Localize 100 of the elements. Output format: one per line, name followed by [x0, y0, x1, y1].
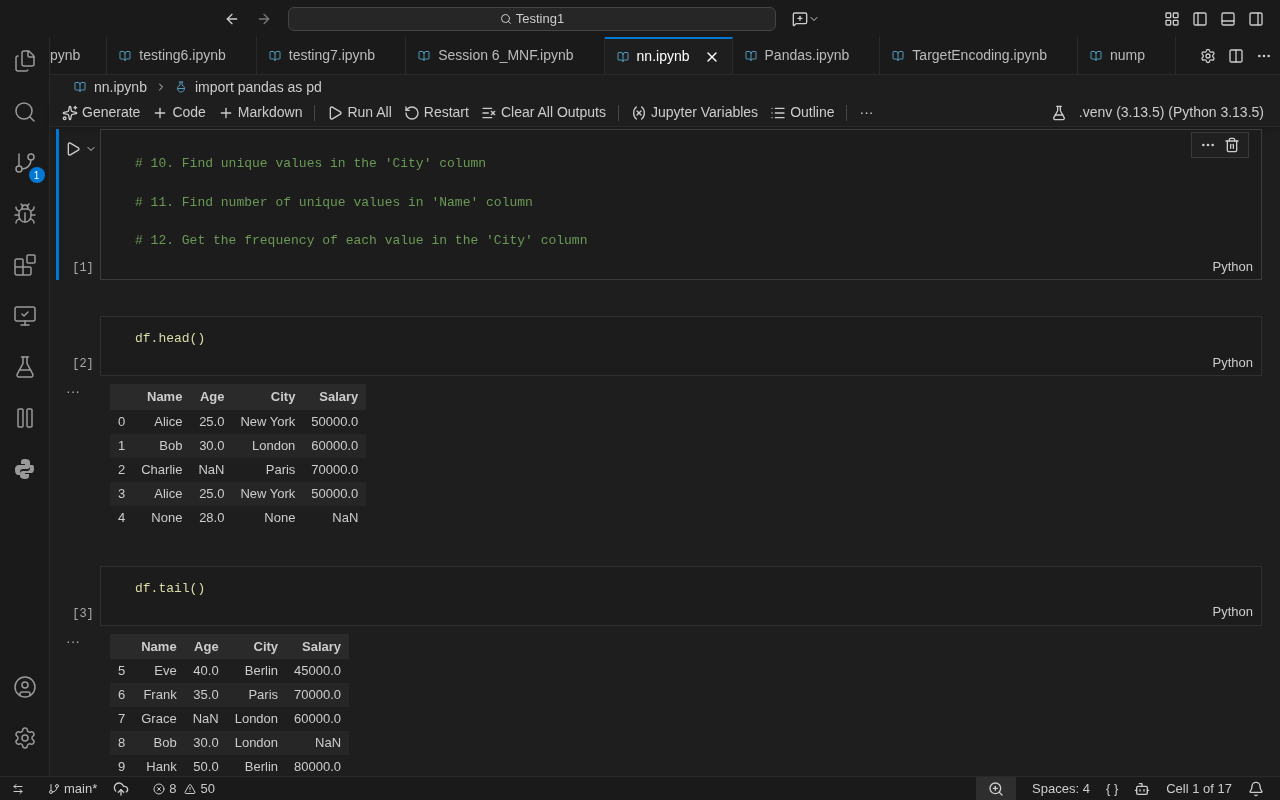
- table-cell: Bob: [133, 731, 185, 755]
- toolbar-button[interactable]: Code: [152, 102, 206, 123]
- language-label[interactable]: Python: [1212, 602, 1253, 622]
- cell-position-indicator[interactable]: Cell 1 of 17: [1166, 778, 1232, 799]
- toolbar-button[interactable]: Generate: [62, 102, 141, 123]
- row-index: 2: [110, 457, 134, 482]
- error-icon: [153, 782, 166, 795]
- table-cell: 60000.0: [303, 433, 367, 458]
- row-index: 0: [110, 409, 134, 434]
- column-header: Salary: [303, 384, 367, 410]
- settings-icon[interactable]: [12, 726, 37, 750]
- run-icon: [327, 104, 344, 121]
- table-cell: 45000.0: [286, 659, 350, 683]
- editor-tab[interactable]: Session 6_MNF.ipynb: [406, 37, 605, 74]
- table-cell: London: [232, 433, 304, 458]
- breadcrumb-item[interactable]: nn.ipynb: [94, 76, 147, 98]
- editor-tab[interactable]: nump: [1078, 37, 1177, 74]
- language-label[interactable]: Python: [1212, 256, 1253, 276]
- code-cell[interactable]: df.tail() Python: [100, 565, 1262, 626]
- account-icon[interactable]: [12, 675, 37, 699]
- toolbar-button[interactable]: Run All: [327, 102, 392, 123]
- column-header: City: [226, 633, 287, 659]
- table-cell: 70000.0: [303, 457, 367, 482]
- table-cell: London: [226, 707, 287, 731]
- toolbar-button[interactable]: Restart: [403, 102, 469, 123]
- table-cell: 50000.0: [303, 409, 367, 434]
- editor-tab[interactable]: testing6.ipynb: [107, 37, 257, 74]
- run-cell-icon[interactable]: [65, 141, 81, 157]
- table-cell: NaN: [286, 731, 350, 755]
- table-cell: Berlin: [226, 755, 287, 776]
- notebook-icon: [616, 50, 629, 63]
- editor-tab[interactable]: pynb: [50, 37, 108, 74]
- table-cell: Charlie: [133, 457, 191, 482]
- output-more-label[interactable]: ···: [66, 633, 86, 776]
- table-cell: 25.0: [190, 481, 233, 506]
- breadcrumb-item[interactable]: import pandas as pd: [194, 76, 322, 98]
- notification-bell-icon[interactable]: [1248, 780, 1264, 797]
- table-cell: Frank: [133, 683, 185, 707]
- column-header: Age: [184, 633, 227, 659]
- panel-left-icon[interactable]: [1192, 10, 1208, 27]
- delete-icon[interactable]: [1224, 137, 1240, 153]
- command-search-field[interactable]: Testing1: [288, 6, 776, 31]
- table-cell: New York: [232, 409, 304, 434]
- kernel-picker[interactable]: .venv (3.13.5) (Python 3.13.5): [1078, 102, 1264, 123]
- editor-tab[interactable]: Pandas.ipynb: [732, 37, 881, 74]
- branch-icon: [48, 782, 60, 795]
- layout-icon[interactable]: [1164, 10, 1180, 27]
- table-cell: Hank: [133, 755, 185, 776]
- notebook-icon: [892, 49, 905, 62]
- row-index: 1: [110, 433, 134, 458]
- output-more-label[interactable]: ···: [66, 384, 86, 530]
- zoom-indicator[interactable]: [976, 777, 1017, 800]
- language-label[interactable]: Python: [1212, 352, 1253, 372]
- extensions-icon[interactable]: [12, 253, 37, 277]
- editor-tab[interactable]: TargetEncoding.ipynb: [880, 37, 1078, 74]
- table-cell: Alice: [133, 481, 191, 506]
- remote-icon[interactable]: [12, 782, 24, 795]
- notebook-icon: [268, 49, 281, 62]
- spaces-indicator[interactable]: Spaces: 4: [1032, 778, 1090, 799]
- table-cell: 30.0: [184, 731, 227, 755]
- sparkle-icon: [62, 104, 78, 121]
- table-cell: 25.0: [190, 409, 233, 434]
- sync-icon[interactable]: [113, 780, 130, 797]
- split-editor-icon[interactable]: [1228, 47, 1244, 64]
- debug-icon[interactable]: [12, 202, 37, 226]
- table-cell: Berlin: [226, 659, 287, 683]
- kernel-icon: [1050, 104, 1067, 121]
- toolbar-button[interactable]: Markdown: [217, 102, 303, 123]
- table-cell: 35.0: [184, 683, 227, 707]
- panel-bottom-icon[interactable]: [1220, 10, 1236, 27]
- settings-icon[interactable]: [1200, 47, 1216, 64]
- problems-indicator[interactable]: 8 50: [153, 778, 215, 799]
- branch-indicator[interactable]: main*: [48, 778, 98, 799]
- panel-right-icon[interactable]: [1248, 10, 1264, 27]
- toolbar-button[interactable]: ···: [859, 102, 874, 123]
- python-logo-icon[interactable]: [12, 457, 37, 481]
- notebook-icon: [418, 49, 431, 62]
- language-mode-indicator[interactable]: { }: [1105, 778, 1119, 799]
- code-line: df.tail(): [135, 579, 207, 598]
- chat-icon[interactable]: [792, 10, 808, 27]
- column-header: Salary: [286, 633, 350, 659]
- editor-tab[interactable]: nn.ipynb: [604, 37, 733, 74]
- search-icon[interactable]: [12, 100, 37, 124]
- column-header: City: [232, 384, 304, 410]
- table-cell: NaN: [190, 457, 233, 482]
- toolbar-button[interactable]: Outline: [770, 102, 835, 123]
- code-cell[interactable]: # 10. Find unique values in the 'City' column # 11. Find number of unique values in 'Name' column # 12. Get the frequency of each value in the 'City' column Python: [100, 129, 1262, 280]
- code-cell[interactable]: df.head() Python: [100, 316, 1262, 376]
- table-cell: 80000.0: [286, 755, 350, 776]
- table-cell: None: [133, 505, 191, 530]
- remote-icon[interactable]: [12, 304, 37, 328]
- row-index: 8: [110, 731, 134, 755]
- files-icon[interactable]: [12, 49, 37, 73]
- toolbar-button[interactable]: Jupyter Variables: [631, 102, 759, 123]
- notebook-icon: [74, 81, 86, 93]
- code-comment: # 11. Find number of unique values in 'Name' column: [135, 193, 534, 212]
- variables-icon: [631, 104, 647, 121]
- toolbar-button[interactable]: Clear All Outputs: [480, 102, 606, 123]
- editor-tab[interactable]: testing7.ipynb: [256, 37, 407, 74]
- table-cell: NaN: [303, 505, 367, 530]
